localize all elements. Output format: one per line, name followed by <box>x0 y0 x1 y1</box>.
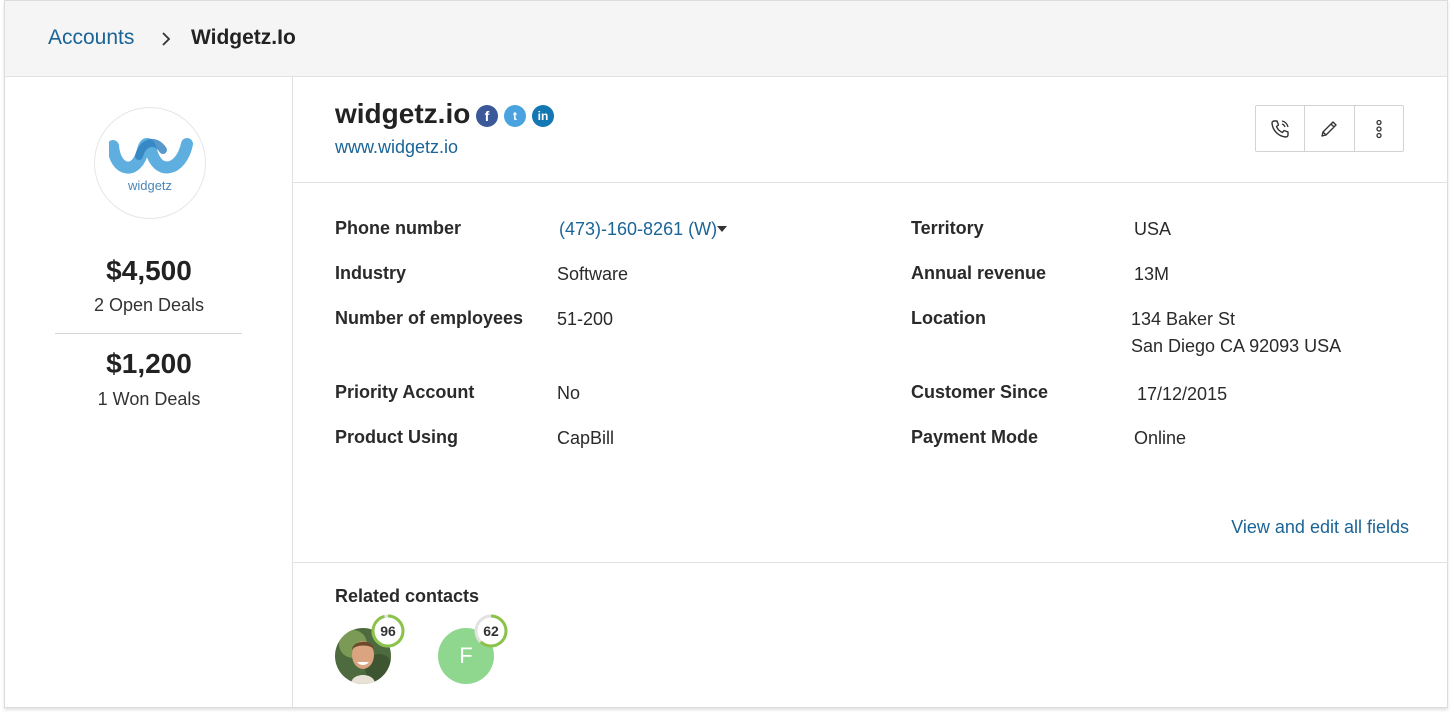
product-using-label: Product Using <box>335 427 459 447</box>
breadcrumb-accounts-link[interactable]: Accounts <box>48 26 134 50</box>
customer-since-label: Customer Since <box>911 382 1049 402</box>
location-value: 134 Baker St San Diego CA 92093 USA <box>1131 309 1341 357</box>
account-summary-panel: widgetz $4,500 2 Open Deals $1,200 1 Won… <box>5 77 293 708</box>
account-detail-card: Accounts Widgetz.Io widgetz $4,500 2 Ope… <box>4 0 1448 708</box>
twitter-icon[interactable]: t <box>504 105 526 127</box>
phone-number-label: Phone number <box>335 218 462 238</box>
employees-value: 51-200 <box>557 309 614 329</box>
territory-value: USA <box>1134 219 1172 239</box>
payment-mode-label: Payment Mode <box>911 427 1039 447</box>
widgetz-logo-icon <box>109 138 193 174</box>
related-contacts-section: Related contacts 96 F 62 <box>293 564 1448 708</box>
contact-avatar-1[interactable]: 96 <box>335 614 407 686</box>
account-header: widgetz.io f t in www.widgetz.io <box>293 77 1448 183</box>
action-buttons <box>1255 105 1404 152</box>
won-deals-amount: $1,200 <box>106 348 192 379</box>
annual-revenue-label: Annual revenue <box>911 263 1047 283</box>
account-name: widgetz.io <box>335 98 471 129</box>
chevron-right-icon <box>162 32 171 46</box>
phone-number-link[interactable]: (473)-160-8261 (W) <box>559 219 717 240</box>
facebook-icon[interactable]: f <box>476 105 498 127</box>
location-line-1: 134 Baker St <box>1131 309 1236 329</box>
call-button[interactable] <box>1256 106 1304 151</box>
contact-avatar-2[interactable]: F 62 <box>438 614 510 686</box>
open-deals-label: 2 Open Deals <box>93 295 205 315</box>
customer-since-value: 17/12/2015 <box>1137 384 1228 404</box>
industry-label: Industry <box>335 263 407 283</box>
linkedin-icon[interactable]: in <box>532 105 554 127</box>
website-link[interactable]: www.widgetz.io <box>335 137 458 158</box>
contact-score: 96 <box>380 623 396 639</box>
divider <box>55 333 242 334</box>
company-logo: widgetz <box>94 107 206 219</box>
logo-wordmark: widgetz <box>127 178 173 193</box>
pencil-icon <box>1321 120 1338 137</box>
more-vertical-icon <box>1376 119 1382 138</box>
contact-score: 62 <box>483 623 499 639</box>
location-line-2: San Diego CA 92093 USA <box>1131 336 1342 356</box>
breadcrumb: Accounts Widgetz.Io <box>5 1 1447 77</box>
breadcrumb-current: Widgetz.Io <box>191 26 296 49</box>
view-edit-all-fields-link[interactable]: View and edit all fields <box>1231 517 1409 538</box>
related-contacts-title: Related contacts <box>335 586 480 606</box>
industry-value: Software <box>557 264 629 284</box>
product-using-value: CapBill <box>557 428 615 448</box>
open-deals-amount: $4,500 <box>106 255 192 286</box>
payment-mode-value: Online <box>1134 428 1187 448</box>
account-fields: Phone number (473)-160-8261 (W) Industry… <box>293 183 1448 563</box>
location-label: Location <box>911 308 986 328</box>
caret-down-icon[interactable] <box>717 226 727 232</box>
territory-label: Territory <box>911 218 984 238</box>
annual-revenue-value: 13M <box>1134 264 1170 284</box>
won-deals-label: 1 Won Deals <box>97 389 201 409</box>
employees-label: Number of employees <box>335 308 524 328</box>
phone-icon <box>1271 119 1289 138</box>
priority-account-value: No <box>557 383 581 403</box>
priority-account-label: Priority Account <box>335 382 475 402</box>
more-options-button[interactable] <box>1353 106 1403 151</box>
edit-button[interactable] <box>1304 106 1353 151</box>
